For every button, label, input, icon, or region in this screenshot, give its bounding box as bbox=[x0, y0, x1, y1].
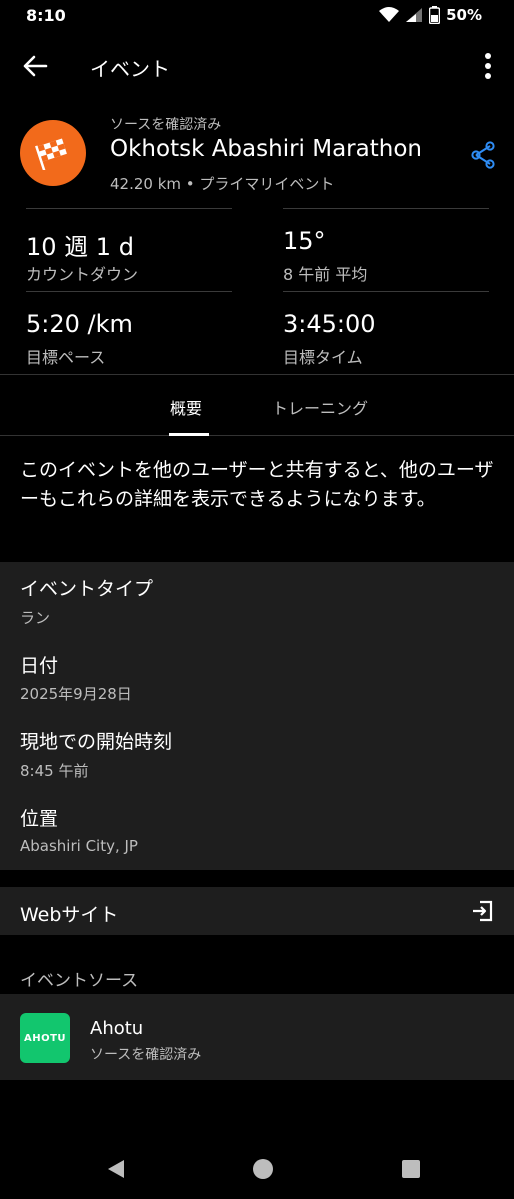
stat-temperature: 15° 8 午前 平均 bbox=[283, 208, 489, 290]
stat-target-pace: 5:20 /km 目標ペース bbox=[26, 291, 232, 373]
battery-percent: 50% bbox=[446, 6, 482, 24]
source-verified-label: ソースを確認済み bbox=[110, 117, 222, 133]
detail-label-location: 位置 bbox=[20, 808, 59, 830]
system-nav-bar bbox=[0, 1139, 514, 1199]
source-verified-status: ソースを確認済み bbox=[90, 1047, 202, 1063]
battery-icon bbox=[429, 6, 441, 24]
share-icon bbox=[471, 141, 495, 169]
event-details-card: イベントタイプ ラン 日付 2025年9月28日 現地での開始時刻 8:45 午… bbox=[0, 562, 514, 870]
signal-icon bbox=[405, 7, 423, 23]
stat-countdown: 10 週 1 d カウントダウン bbox=[26, 208, 232, 290]
tab-overview[interactable]: 概要 bbox=[170, 395, 202, 419]
nav-home-button[interactable] bbox=[251, 1157, 275, 1181]
website-link-row[interactable]: Webサイト bbox=[0, 887, 514, 935]
arrow-back-icon bbox=[23, 55, 48, 77]
event-logo bbox=[20, 120, 86, 186]
app-bar: イベント bbox=[0, 32, 514, 100]
nav-recents-button[interactable] bbox=[399, 1157, 423, 1181]
tab-training[interactable]: トレーニング bbox=[272, 395, 368, 419]
stat-value: 5:20 /km bbox=[26, 310, 133, 338]
event-subtitle: 42.20 km • プライマリイベント bbox=[110, 175, 335, 193]
stat-target-time: 3:45:00 目標タイム bbox=[283, 291, 489, 373]
status-bar: 8:10 50% bbox=[0, 0, 514, 32]
stat-label: 目標タイム bbox=[283, 348, 363, 367]
tab-bar: 概要 トレーニング bbox=[0, 374, 514, 436]
open-link-icon bbox=[473, 900, 493, 922]
back-button[interactable] bbox=[18, 50, 52, 82]
detail-value-start-time: 8:45 午前 bbox=[20, 762, 89, 780]
event-name: Okhotsk Abashiri Marathon bbox=[110, 136, 422, 162]
home-circle-icon bbox=[253, 1159, 273, 1179]
active-tab-indicator bbox=[169, 433, 209, 436]
wifi-icon bbox=[379, 7, 400, 23]
stat-label: 目標ペース bbox=[26, 348, 106, 367]
event-source-row[interactable]: AHOTU Ahotu ソースを確認済み bbox=[0, 994, 514, 1080]
share-notice: このイベントを他のユーザーと共有すると、他のユーザーもこれらの詳細を表示できるよ… bbox=[20, 459, 494, 510]
stat-value: 15° bbox=[283, 227, 326, 255]
source-name: Ahotu bbox=[90, 1018, 144, 1039]
stat-value: 10 週 1 d bbox=[26, 233, 134, 261]
detail-label-date: 日付 bbox=[20, 655, 59, 677]
checkered-flag-icon bbox=[35, 138, 67, 170]
event-header: ソースを確認済み Okhotsk Abashiri Marathon 42.20… bbox=[0, 108, 514, 200]
detail-label-event-type: イベントタイプ bbox=[20, 578, 154, 600]
detail-label-start-time: 現地での開始時刻 bbox=[20, 731, 173, 753]
back-triangle-icon bbox=[108, 1160, 124, 1178]
recents-square-icon bbox=[402, 1160, 420, 1178]
nav-back-button[interactable] bbox=[103, 1157, 127, 1181]
page-title: イベント bbox=[90, 57, 170, 81]
status-icons: 50% bbox=[379, 6, 482, 24]
more-vertical-icon bbox=[485, 53, 491, 79]
event-source-heading: イベントソース bbox=[20, 971, 139, 991]
detail-value-event-type: ラン bbox=[20, 609, 51, 627]
share-button[interactable] bbox=[468, 140, 498, 170]
stat-label: 8 午前 平均 bbox=[283, 265, 368, 284]
detail-value-location: Abashiri City, JP bbox=[20, 837, 138, 855]
more-options-button[interactable] bbox=[476, 50, 500, 82]
detail-value-date: 2025年9月28日 bbox=[20, 685, 132, 703]
website-label: Webサイト bbox=[20, 904, 119, 926]
ahotu-logo: AHOTU bbox=[20, 1013, 70, 1063]
stat-label: カウントダウン bbox=[26, 265, 139, 284]
status-time: 8:10 bbox=[26, 6, 66, 25]
stat-value: 3:45:00 bbox=[283, 310, 376, 338]
